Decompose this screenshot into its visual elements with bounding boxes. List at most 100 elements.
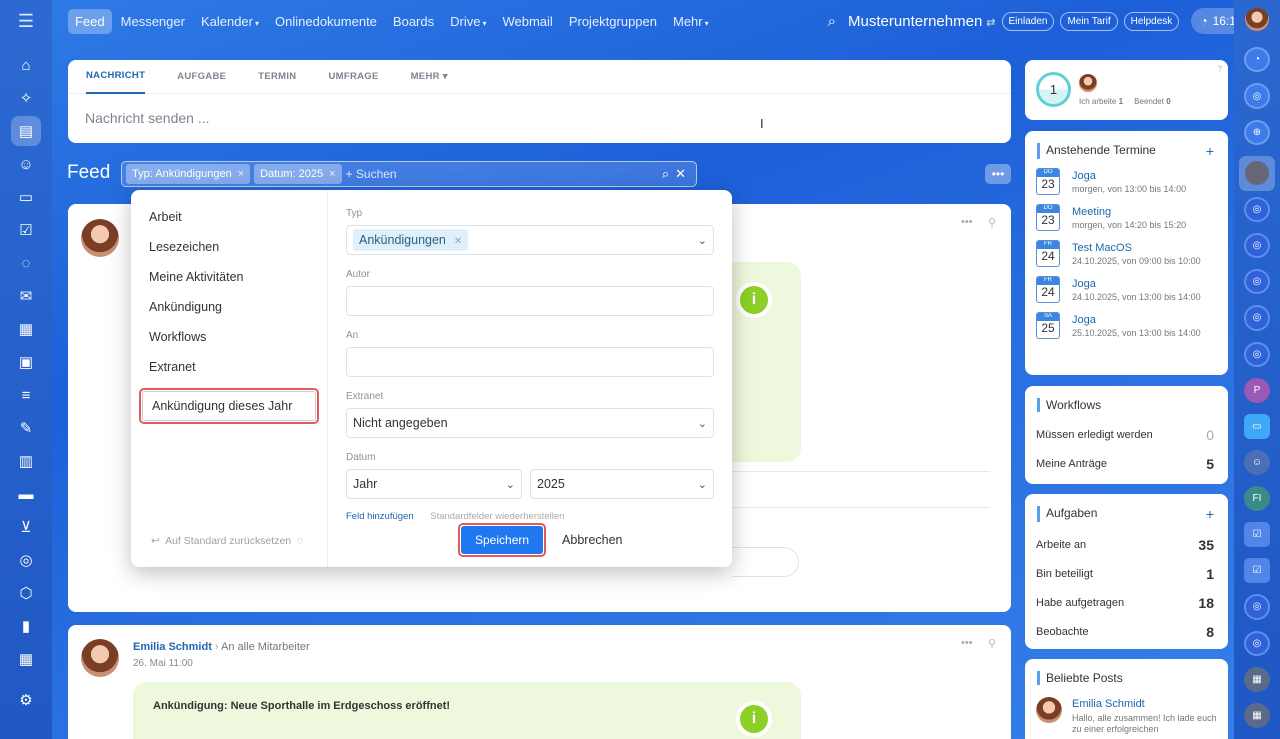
nav-boards[interactable]: Boards <box>386 9 441 34</box>
nav-messenger[interactable]: Messenger <box>114 9 192 34</box>
author-avatar[interactable] <box>81 639 119 677</box>
reset-default-link[interactable]: ↩ Auf Standard zurücksetzen ◌ <box>151 535 303 547</box>
filter-tag-date[interactable]: Datum: 2025 × <box>254 164 342 184</box>
tab-message[interactable]: NACHRICHT <box>86 60 146 94</box>
copilot-chat-icon[interactable]: ◎ <box>1244 269 1270 295</box>
task-row[interactable]: Beobachte 8 <box>1025 617 1228 646</box>
nav-workgroups[interactable]: Projektgruppen <box>562 9 664 34</box>
task-row[interactable]: Arbeite an 35 <box>1025 530 1228 559</box>
preset-item[interactable]: Lesezeichen <box>131 232 327 262</box>
nav-webmail[interactable]: Webmail <box>495 9 559 34</box>
copilot-chat-icon[interactable]: ◎ <box>1244 594 1270 620</box>
preset-item[interactable]: Arbeit <box>131 202 327 232</box>
nav-feed[interactable]: Feed <box>68 8 112 34</box>
task-chat-icon[interactable]: ☑ <box>1244 522 1270 548</box>
popular-author[interactable]: Emilia Schmidt <box>1072 698 1145 710</box>
preset-item[interactable]: Ankündigung <box>131 292 327 322</box>
copilot-icon[interactable]: ◎ <box>1244 83 1270 109</box>
tab-task[interactable]: AUFGABE <box>177 60 226 94</box>
group-avatar-p[interactable]: P <box>1244 377 1270 403</box>
nav-more[interactable]: Mehr ▾ <box>666 9 716 34</box>
task-row[interactable]: Habe aufgetragen 18 <box>1025 588 1228 617</box>
date-year-select[interactable]: 2025 ⌄ <box>530 469 714 499</box>
company-name[interactable]: Musterunternehmen ⇄ <box>848 13 995 30</box>
add-icon[interactable]: + <box>1206 506 1214 522</box>
help-icon[interactable]: ◌ <box>297 535 303 547</box>
contact-avatar[interactable] <box>1239 155 1275 191</box>
date-period-select[interactable]: Jahr ⌄ <box>346 469 522 499</box>
add-icon[interactable]: + <box>1206 143 1214 159</box>
preset-item[interactable]: Extranet <box>131 352 327 382</box>
cart-icon[interactable]: ⊻ <box>11 512 41 542</box>
filter-tag-type[interactable]: Typ: Ankündigungen × <box>126 164 251 184</box>
event-item[interactable]: SA 25 Joga 25.10.2025, von 13:00 bis 14:00 <box>1036 312 1228 339</box>
tab-more[interactable]: MEHR ▾ <box>411 60 448 94</box>
copilot-chat-icon[interactable]: ◎ <box>1244 232 1270 259</box>
close-icon[interactable]: ✕ <box>454 236 462 247</box>
group-avatar[interactable]: ☺ <box>1244 449 1270 476</box>
cancel-button[interactable]: Abbrechen <box>562 533 622 547</box>
work-timer[interactable]: 1 <box>1036 72 1071 107</box>
tab-event[interactable]: TERMIN <box>258 60 296 94</box>
restore-fields-link[interactable]: Standardfelder wiederherstellen <box>430 511 564 522</box>
group-avatar[interactable]: ▦ <box>1244 702 1270 728</box>
pin-icon[interactable]: ⚲ <box>988 637 996 650</box>
home-icon[interactable]: ⌂ <box>11 50 41 80</box>
feed-icon[interactable]: ▤ <box>11 116 41 146</box>
search-chat-icon[interactable]: ⊕ <box>1244 119 1270 145</box>
post-audience[interactable]: An alle Mitarbeiter <box>221 641 310 653</box>
comment-input[interactable] <box>732 547 799 577</box>
extranet-select[interactable]: Nicht angegeben ⌄ <box>346 408 714 438</box>
target-icon[interactable]: ◎ <box>11 545 41 575</box>
group-avatar-fi[interactable]: FI <box>1244 486 1270 512</box>
more-options-button[interactable]: ••• <box>985 164 1011 184</box>
contacts-icon[interactable]: ☺ <box>11 149 41 179</box>
nav-calendar[interactable]: Kalender ▾ <box>194 9 266 34</box>
nav-drive[interactable]: Drive ▾ <box>443 9 493 34</box>
message-input[interactable]: Nachricht senden ... <box>68 94 1011 142</box>
new-preset-input[interactable]: Ankündigung dieses Jahr <box>142 391 316 421</box>
add-field-link[interactable]: Feld hinzufügen <box>346 511 414 522</box>
sign-icon[interactable]: ✎ <box>11 413 41 443</box>
calendar-icon[interactable]: ▦ <box>11 314 41 344</box>
filter-bar[interactable]: Typ: Ankündigungen × Datum: 2025 × + Suche… <box>121 161 697 187</box>
search-icon[interactable]: ⌕ <box>828 13 836 30</box>
popular-excerpt[interactable]: Hallo, alle zusammen! Ich lade euch zu e… <box>1072 713 1222 735</box>
schedule-icon[interactable]: ▦ <box>11 644 41 674</box>
clear-icon[interactable]: ✕ <box>675 166 686 182</box>
task-row[interactable]: Bin beteiligt 1 <box>1025 559 1228 588</box>
close-icon[interactable]: × <box>329 168 335 180</box>
chat-icon[interactable]: ▭ <box>1244 413 1270 439</box>
event-item[interactable]: DO 23 Joga morgen, von 13:00 bis 14:00 <box>1036 168 1228 195</box>
post-author[interactable]: Emilia Schmidt <box>133 641 212 653</box>
tab-poll[interactable]: UMFRAGE <box>328 60 378 94</box>
help-icon[interactable]: ? <box>1217 64 1222 74</box>
invite-button[interactable]: Einladen <box>1001 11 1055 31</box>
event-item[interactable]: DO 23 Meeting morgen, von 14:20 bis 15:20 <box>1036 204 1228 231</box>
author-avatar[interactable] <box>81 219 119 257</box>
helpdesk-button[interactable]: Helpdesk <box>1123 11 1180 31</box>
mail-icon[interactable]: ✉ <box>11 281 41 311</box>
preset-item[interactable]: Meine Aktivitäten <box>131 262 327 292</box>
search-icon[interactable]: ⌕ <box>662 166 669 182</box>
save-button[interactable]: Speichern <box>461 526 544 554</box>
nav-documents[interactable]: Onlinedokumente <box>268 9 384 34</box>
post-menu-icon[interactable]: ••• <box>961 637 973 649</box>
copilot-chat-icon[interactable]: ◎ <box>1244 630 1270 656</box>
box-icon[interactable]: ⬡ <box>11 578 41 608</box>
copilot-chat-icon[interactable]: ◎ <box>1244 341 1270 367</box>
board-icon[interactable]: ▣ <box>11 347 41 377</box>
menu-icon[interactable]: ☰ <box>18 0 34 42</box>
messenger-icon[interactable]: ◌ <box>11 248 41 278</box>
tasks-icon[interactable]: ☑ <box>11 215 41 245</box>
settings-icon[interactable]: ⚙ <box>11 685 41 715</box>
event-item[interactable]: FR 24 Joga 24.10.2025, von 13:00 bis 14:00 <box>1036 276 1228 303</box>
store-icon[interactable]: ▥ <box>11 446 41 476</box>
copilot-chat-icon[interactable]: ◎ <box>1244 196 1270 222</box>
analytics-icon[interactable]: ▮ <box>11 611 41 641</box>
post-menu-icon[interactable]: ••• <box>961 216 973 228</box>
event-item[interactable]: FR 24 Test MacOS 24.10.2025, von 09:00 bis… <box>1036 240 1228 267</box>
task-chat-icon[interactable]: ☑ <box>1244 558 1270 584</box>
group-avatar[interactable]: ▦ <box>1244 666 1270 692</box>
preset-item[interactable]: Workflows <box>131 322 327 352</box>
